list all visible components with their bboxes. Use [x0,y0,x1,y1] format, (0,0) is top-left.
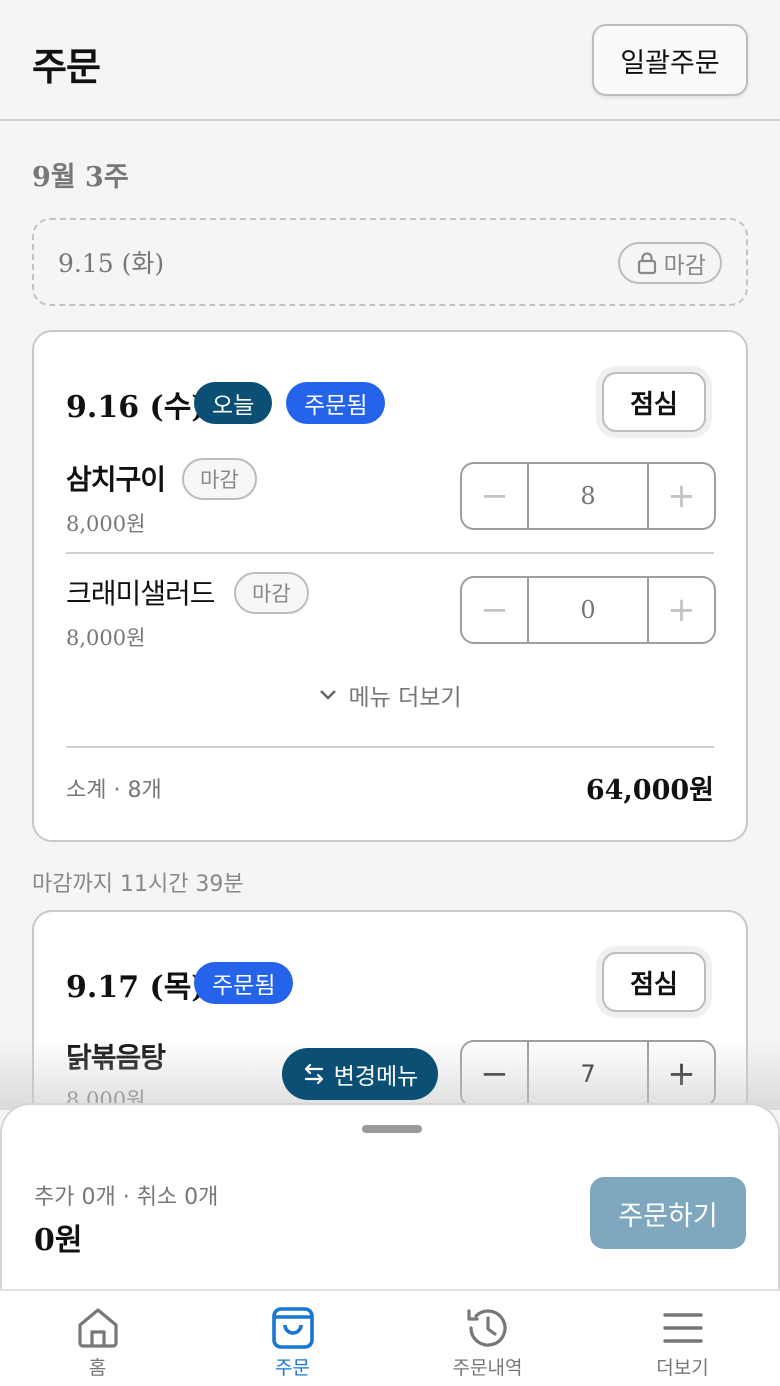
sheet-drag-handle[interactable] [362,1125,422,1133]
closed-badge-label: 마감 [663,253,706,279]
subtotal-label: 소계 · 8개 [66,778,162,803]
tab-label: 주문내역 [452,1357,523,1379]
place-order-button[interactable]: 주문하기 [590,1177,746,1249]
decrease-button[interactable]: − [462,578,527,642]
menu-item-name: 삼치구이 [66,463,166,496]
closed-day-row: 9.15 (화) 마감 [32,218,748,306]
meal-lunch-button[interactable]: 점심 [602,952,706,1012]
increase-button[interactable]: + [649,578,714,642]
app-header: 주문 일괄주문 [0,0,780,121]
closed-badge: 마감 [617,242,722,284]
page-title: 주문 [32,45,101,89]
menu-item-price: 8,000원 [66,512,146,536]
tab-home[interactable]: 홈 [0,1291,195,1386]
tab-order[interactable]: 주문 [195,1291,390,1386]
order-summary-sheet: 추가 0개 · 취소 0개 0원 주문하기 [0,1103,780,1289]
day-date: 9.16 (수) [66,390,206,425]
increase-button[interactable]: + [649,1042,714,1106]
bulk-order-button[interactable]: 일괄주문 [592,24,748,96]
home-icon [77,1308,118,1348]
history-icon [466,1309,507,1347]
shopping-bag-icon [271,1307,314,1349]
quantity-value: 0 [527,578,649,642]
item-divider [66,552,714,554]
increase-button[interactable]: + [649,464,714,528]
bottom-tab-bar: 홈 주문 주문내역 더보기 [0,1289,780,1386]
order-total: 0원 [34,1223,83,1258]
deadline-text: 마감까지 11시간 39분 [32,872,244,897]
ordered-badge: 주문됨 [194,962,294,1004]
menu-icon [662,1313,703,1343]
order-change-summary: 추가 0개 · 취소 0개 [34,1185,219,1210]
quantity-stepper: − 8 + [460,462,716,530]
quantity-stepper: − 7 + [460,1040,716,1108]
closed-day-date: 9.15 (화) [58,249,165,278]
change-menu-button[interactable]: 변경메뉴 [282,1048,438,1100]
chevron-down-icon [320,690,337,700]
more-menu-label: 메뉴 더보기 [348,685,462,711]
item-closed-badge: 마감 [182,458,257,500]
quantity-value: 7 [527,1042,649,1106]
lock-icon [637,252,656,275]
subtotal-divider [66,746,714,748]
day-card: 9.16 (수) 오늘 주문됨 점심 삼치구이 마감 8,000원 − 8 + … [32,330,748,842]
tab-label: 홈 [88,1357,107,1379]
quantity-value: 8 [527,464,649,528]
menu-item-name: 크래미샐러드 [66,577,216,610]
tab-more[interactable]: 더보기 [585,1291,780,1386]
tab-label: 주문 [275,1357,310,1379]
subtotal-amount: 64,000원 [585,775,714,806]
ordered-badge: 주문됨 [286,382,386,424]
change-menu-label: 변경메뉴 [333,1064,419,1090]
decrease-button[interactable]: − [462,464,527,528]
tab-order-history[interactable]: 주문내역 [390,1291,585,1386]
day-date: 9.17 (목) [66,970,206,1005]
tab-label: 더보기 [656,1357,709,1379]
quantity-stepper: − 0 + [460,576,716,644]
week-label: 9월 3주 [32,162,129,193]
decrease-button[interactable]: − [462,1042,527,1106]
today-badge: 오늘 [194,382,273,424]
menu-item-name: 닭볶음탕 [66,1041,166,1074]
more-menu-button[interactable]: 메뉴 더보기 [34,678,746,712]
menu-item-price: 8,000원 [66,626,146,650]
item-closed-badge: 마감 [234,572,309,614]
swap-arrows-icon [304,1063,323,1085]
meal-lunch-button[interactable]: 점심 [602,372,706,432]
